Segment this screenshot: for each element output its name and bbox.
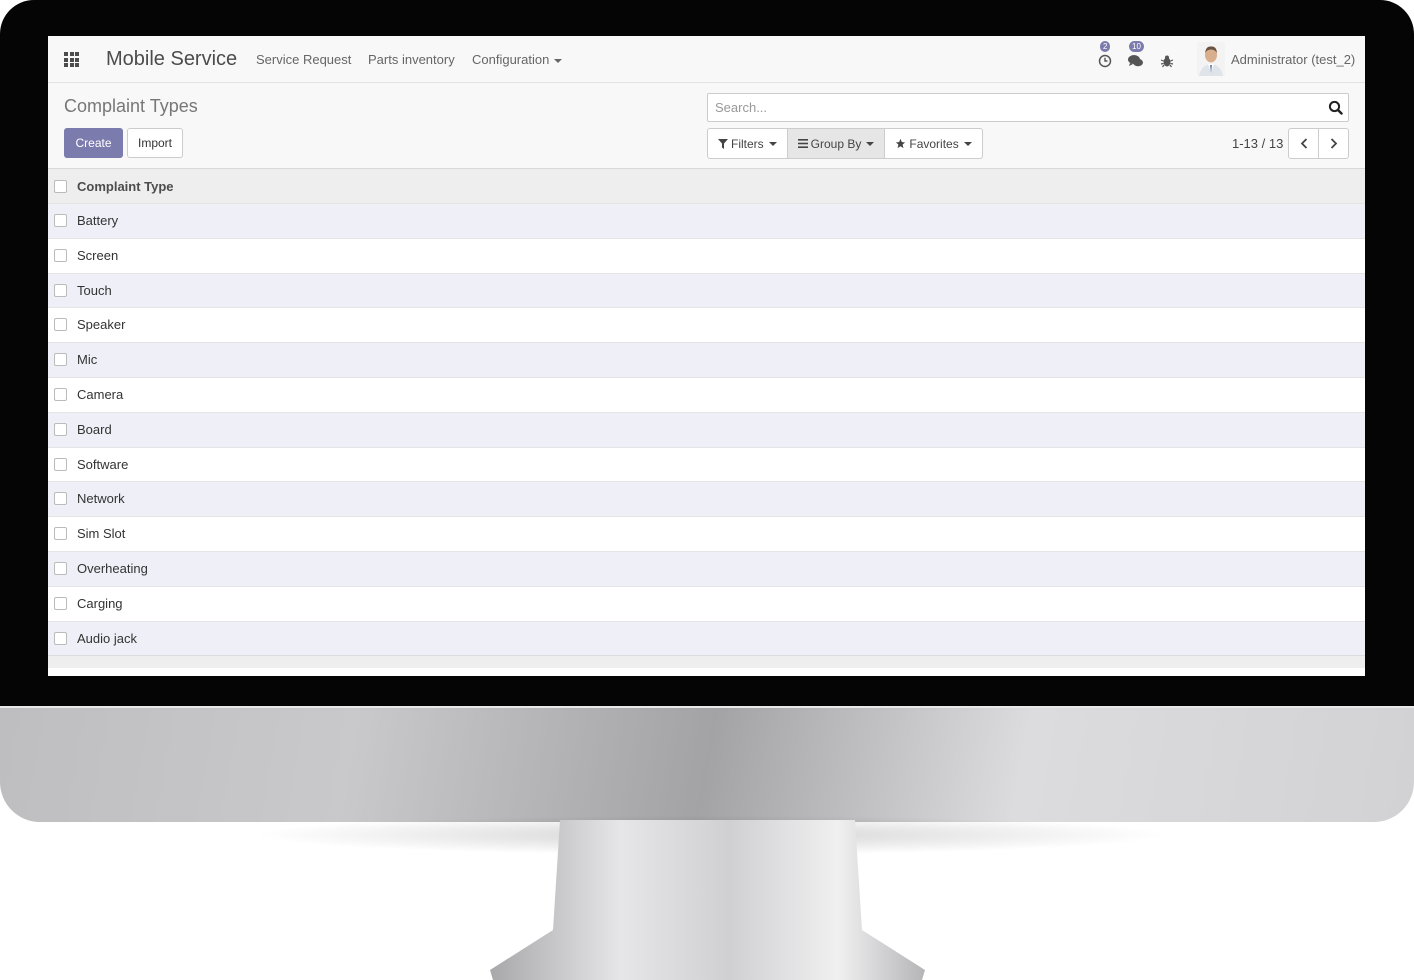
caret-down-icon: [866, 141, 875, 146]
table-row[interactable]: Screen: [48, 237, 1365, 273]
list-footer: [48, 655, 1365, 669]
row-checkbox[interactable]: [54, 527, 67, 541]
row-checkbox[interactable]: [54, 353, 67, 367]
table-row[interactable]: Network: [48, 481, 1365, 517]
table-row[interactable]: Battery: [48, 203, 1365, 238]
row-label: Network: [77, 491, 125, 507]
group-by-button[interactable]: Group By: [787, 129, 886, 158]
row-checkbox[interactable]: [54, 248, 67, 262]
row-label: Touch: [77, 282, 112, 298]
pager-previous-button[interactable]: [1289, 129, 1319, 158]
user-avatar[interactable]: [1197, 42, 1225, 76]
bars-icon: [797, 139, 808, 148]
caret-down-icon: [768, 141, 777, 146]
caret-down-icon: [963, 141, 972, 146]
control-panel: Complaint Types Create Import Filters Gr…: [48, 83, 1365, 169]
filter-icon: [718, 138, 728, 149]
select-all-checkbox[interactable]: [54, 180, 67, 193]
row-checkbox[interactable]: [54, 387, 67, 401]
avatar-icon: [1197, 42, 1225, 76]
table-row[interactable]: Audio jack: [48, 620, 1365, 656]
row-checkbox[interactable]: [54, 631, 67, 645]
row-label: Speaker: [77, 317, 126, 333]
chevron-left-icon: [1300, 138, 1307, 149]
table-row[interactable]: Carging: [48, 585, 1365, 621]
app-title: Mobile Service: [106, 48, 238, 70]
list-view: Complaint Type Battery Screen Touch Spea…: [48, 169, 1365, 669]
list-header: Complaint Type: [48, 169, 1365, 203]
row-label: Carging: [77, 595, 123, 611]
row-label: Overheating: [77, 560, 148, 576]
row-checkbox[interactable]: [54, 283, 67, 297]
menu-configuration-label: Configuration: [472, 52, 550, 67]
breadcrumb-title: Complaint Types: [64, 96, 198, 116]
search-box: [707, 93, 1349, 122]
menu-configuration[interactable]: Configuration: [472, 52, 563, 67]
table-row[interactable]: Camera: [48, 376, 1365, 412]
table-row[interactable]: Sim Slot: [48, 516, 1365, 551]
row-checkbox[interactable]: [54, 318, 67, 332]
row-checkbox[interactable]: [54, 422, 67, 436]
search-icon[interactable]: [1328, 100, 1343, 115]
chevron-right-icon: [1330, 138, 1337, 149]
table-row[interactable]: Board: [48, 411, 1365, 447]
search-options: Filters Group By Favorites: [707, 128, 983, 159]
monitor-chin: [0, 706, 1414, 822]
row-label: Sim Slot: [77, 526, 126, 542]
table-row[interactable]: Overheating: [48, 550, 1365, 586]
search-input[interactable]: [713, 99, 1307, 116]
bug-icon: [1160, 55, 1174, 68]
activity-count-badge: 2: [1100, 41, 1111, 52]
row-label: Battery: [77, 213, 119, 228]
row-checkbox[interactable]: [54, 561, 67, 575]
table-row[interactable]: Mic: [48, 342, 1365, 377]
table-row[interactable]: Software: [48, 446, 1365, 482]
apps-menu-icon[interactable]: [64, 52, 79, 67]
table-row[interactable]: Touch: [48, 272, 1365, 308]
menu-service-request[interactable]: Service Request: [256, 52, 351, 67]
pager-buttons: [1288, 128, 1349, 159]
import-button[interactable]: Import: [127, 128, 183, 158]
star-icon: [896, 138, 906, 149]
create-button[interactable]: Create: [64, 128, 123, 158]
row-label: Software: [77, 456, 129, 472]
favorites-button[interactable]: Favorites: [885, 129, 981, 158]
caret-down-icon: [554, 58, 563, 63]
row-checkbox[interactable]: [54, 492, 67, 506]
messages-count-badge: 10: [1129, 41, 1144, 52]
clock-icon: [1098, 54, 1112, 68]
column-header-complaint-type[interactable]: Complaint Type: [77, 179, 174, 194]
filters-button[interactable]: Filters: [708, 129, 788, 158]
pager-value[interactable]: 1-13 / 13: [1232, 136, 1283, 151]
activity-menu[interactable]: 2: [1098, 41, 1114, 68]
group-by-label: Group By: [810, 136, 862, 151]
messaging-menu[interactable]: 10: [1127, 41, 1144, 68]
menu-parts-inventory[interactable]: Parts inventory: [368, 52, 455, 67]
debug-menu[interactable]: [1160, 52, 1176, 68]
row-checkbox[interactable]: [54, 214, 67, 227]
row-label: Screen: [77, 247, 119, 263]
row-label: Camera: [77, 386, 124, 402]
row-label: Audio jack: [77, 630, 137, 646]
screen: Mobile Service Service Request Parts inv…: [48, 36, 1365, 676]
row-checkbox[interactable]: [54, 457, 67, 471]
top-navbar: Mobile Service Service Request Parts inv…: [48, 36, 1365, 83]
row-label: Board: [77, 421, 112, 437]
row-label: Mic: [77, 352, 98, 368]
user-name[interactable]: Administrator (test_2): [1231, 52, 1355, 67]
chat-bubbles-icon: [1128, 55, 1143, 67]
filters-label: Filters: [731, 136, 764, 151]
table-row[interactable]: Speaker: [48, 307, 1365, 343]
pager-next-button[interactable]: [1319, 129, 1348, 158]
row-checkbox[interactable]: [54, 596, 67, 610]
favorites-label: Favorites: [909, 136, 959, 151]
